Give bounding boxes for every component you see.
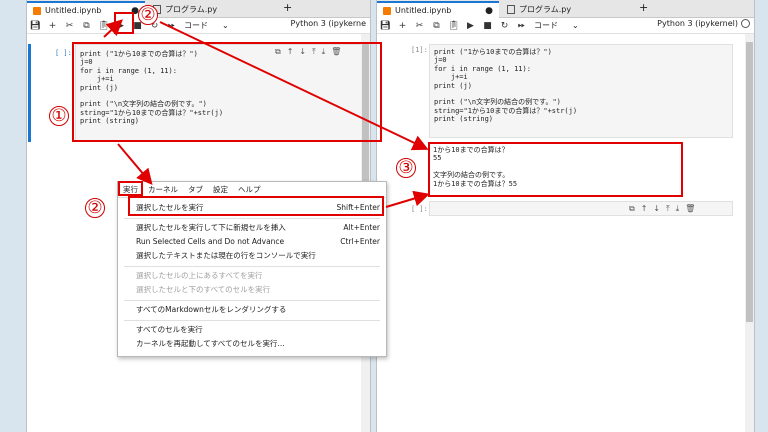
callout-step-2-menu: ② (85, 198, 105, 218)
arrow-to-run-button (103, 19, 123, 38)
annotation-arrows (103, 19, 430, 208)
callout-step-2-top: ② (138, 5, 158, 25)
arrow-to-run-menu (117, 143, 153, 186)
callout-step-3: ③ (396, 158, 416, 178)
arrow-from-menu-to-output (385, 190, 430, 208)
arrow-to-output (159, 21, 429, 151)
callout-step-1: ① (49, 106, 69, 126)
